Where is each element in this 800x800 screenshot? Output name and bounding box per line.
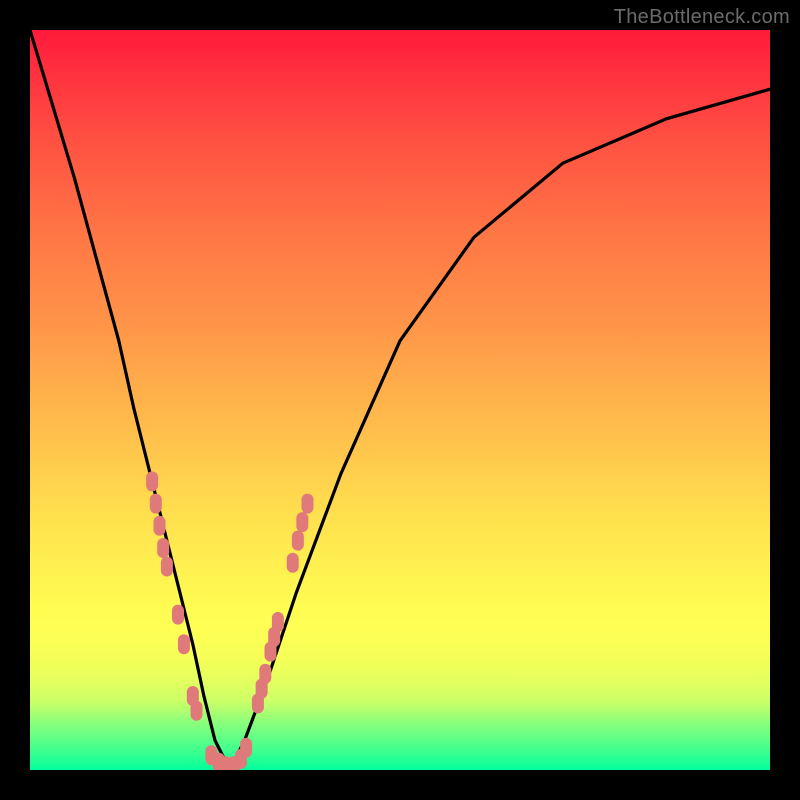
marker-point [259, 664, 271, 684]
bottleneck-curve [30, 30, 770, 770]
marker-point [161, 557, 173, 577]
marker-point [154, 516, 166, 536]
marker-point [150, 494, 162, 514]
chart-frame: TheBottleneck.com [0, 0, 800, 800]
curve-svg [30, 30, 770, 770]
marker-point [172, 605, 184, 625]
plot-area [30, 30, 770, 770]
marker-point [287, 553, 299, 573]
watermark-label: TheBottleneck.com [614, 6, 790, 29]
marker-point [157, 538, 169, 558]
marker-point [178, 634, 190, 654]
marker-point [146, 471, 158, 491]
marker-point [296, 512, 308, 532]
marker-point [240, 738, 252, 758]
marker-point [272, 612, 284, 632]
marker-point [292, 531, 304, 551]
marker-point [302, 494, 314, 514]
marker-point [191, 701, 203, 721]
